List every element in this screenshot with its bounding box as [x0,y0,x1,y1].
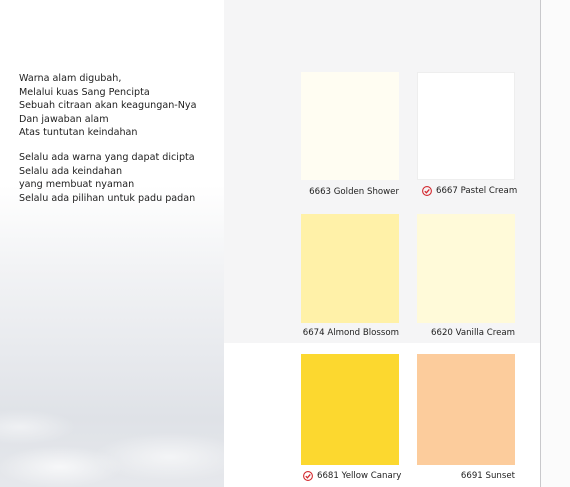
swatch-yellow-canary[interactable] [301,354,399,465]
swatch-label-sunset: 6691 Sunset [417,471,515,481]
poem-line: Selalu ada warna yang dapat dicipta [19,151,195,163]
poem-line: Dan jawaban alam [19,113,109,125]
swatch-label-text: 6674 Almond Blossom [302,328,399,338]
swatch-label-vanilla-cream: 6620 Vanilla Cream [417,328,515,338]
swatch-label-text: 6681 Yellow Canary [317,471,402,481]
page-edge-strip [541,0,570,487]
swatch-label-yellow-canary: 6681 Yellow Canary [303,471,401,481]
poem-line: Warna alam digubah, [19,73,122,84]
swatch-label-text: 6667 Pastel Cream [436,186,518,196]
swatch-label-pastel-cream: 6667 Pastel Cream [422,186,517,196]
swatch-label-text: 6663 Golden Shower [309,187,399,197]
swatch-label-almond-blossom: 6674 Almond Blossom [301,328,399,338]
swatch-label-text: 6691 Sunset [460,471,515,481]
check-shield-icon [422,186,432,196]
poem-line: yang membuat nyaman [19,179,135,191]
swatch-golden-shower[interactable] [301,72,399,180]
poem-line: Atas tuntutan keindahan [19,127,138,139]
swatch-almond-blossom[interactable] [301,214,399,323]
swatch-pastel-cream[interactable] [417,72,515,180]
poem-line: Selalu ada pilihan untuk padu padan [19,192,196,204]
poem-line: Sebuah citraan akan keagungan-Nya [19,100,197,112]
stanza-gap [19,140,219,151]
swatch-sunset[interactable] [417,354,515,465]
brochure-page: Warna alam digubah, Melalui kuas Sang Pe… [0,0,570,487]
poem-text: Warna alam digubah, Melalui kuas Sang Pe… [19,72,219,205]
swatch-vanilla-cream[interactable] [417,214,515,323]
poem-line: Selalu ada keindahan [19,165,123,177]
swatch-label-golden-shower: 6663 Golden Shower [301,187,399,197]
poem-line: Melalui kuas Sang Pencipta [19,86,150,98]
swatch-label-text: 6620 Vanilla Cream [431,328,515,338]
check-shield-icon [303,471,313,481]
